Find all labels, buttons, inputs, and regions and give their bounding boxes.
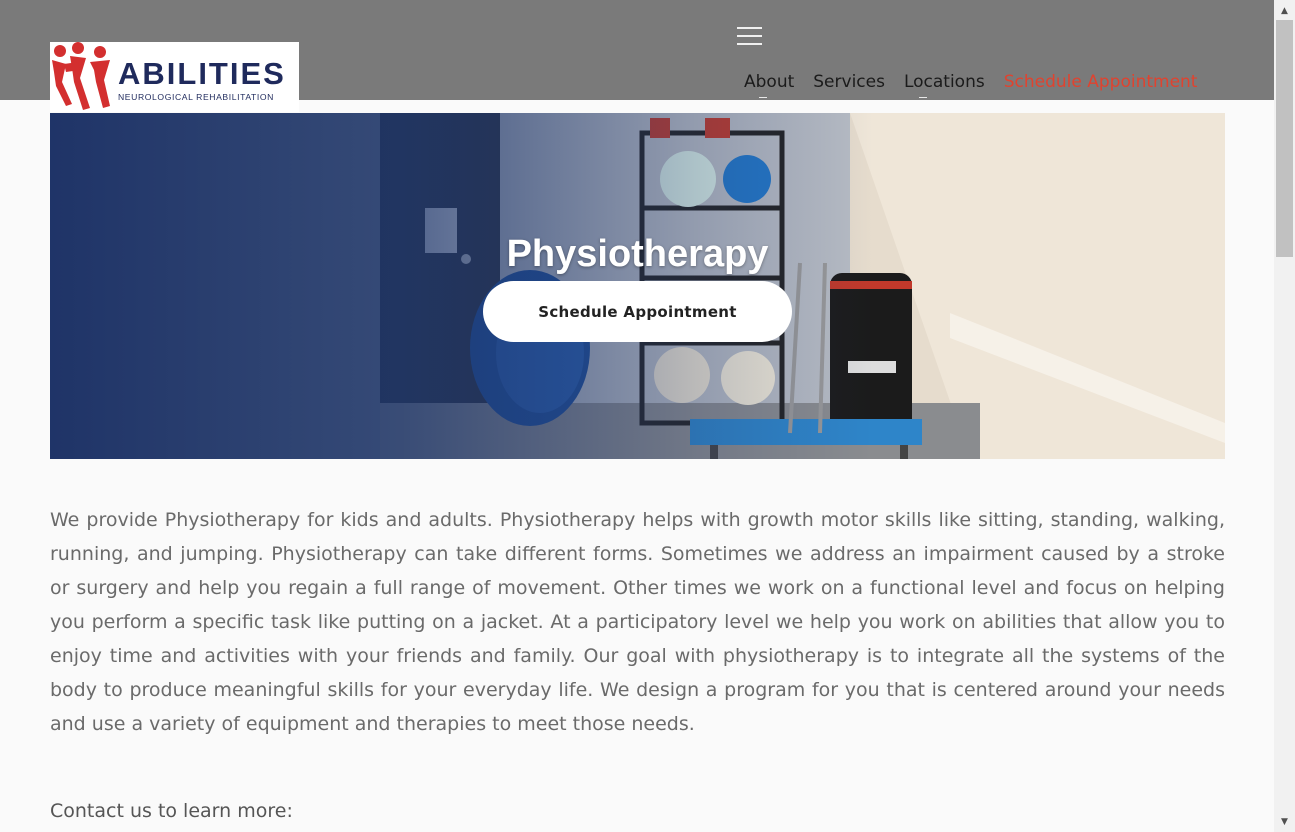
intro-paragraph: We provide Physiotherapy for kids and ad… <box>50 509 1225 735</box>
arrow-down-icon[interactable]: ▼ <box>1274 813 1295 830</box>
arrow-up-icon[interactable]: ▲ <box>1274 2 1295 19</box>
nav-schedule-appointment[interactable]: Schedule Appointment <box>1004 72 1198 92</box>
scrollbar-thumb[interactable] <box>1276 20 1293 257</box>
page-scrollbar[interactable]: ▲ ▼ <box>1274 0 1295 832</box>
page-title: Physiotherapy <box>506 233 769 276</box>
nav-services[interactable]: Services <box>813 72 885 92</box>
contact-prompt: Contact us to learn more: <box>50 800 293 822</box>
logo-tagline: NEUROLOGICAL REHABILITATION <box>118 92 274 102</box>
main-nav: About Services Locations Schedule Appoin… <box>744 72 1198 98</box>
site-logo[interactable]: ABILITIES NEUROLOGICAL REHABILITATION <box>50 42 299 112</box>
hero-banner: Physiotherapy Schedule Appointment <box>50 113 1225 459</box>
nav-about[interactable]: About <box>744 72 794 98</box>
nav-locations[interactable]: Locations <box>904 72 985 98</box>
abilities-figures-icon <box>52 42 110 110</box>
schedule-appointment-button[interactable]: Schedule Appointment <box>483 281 792 342</box>
logo-wordmark: ABILITIES <box>118 56 286 91</box>
hamburger-icon[interactable] <box>737 27 762 45</box>
